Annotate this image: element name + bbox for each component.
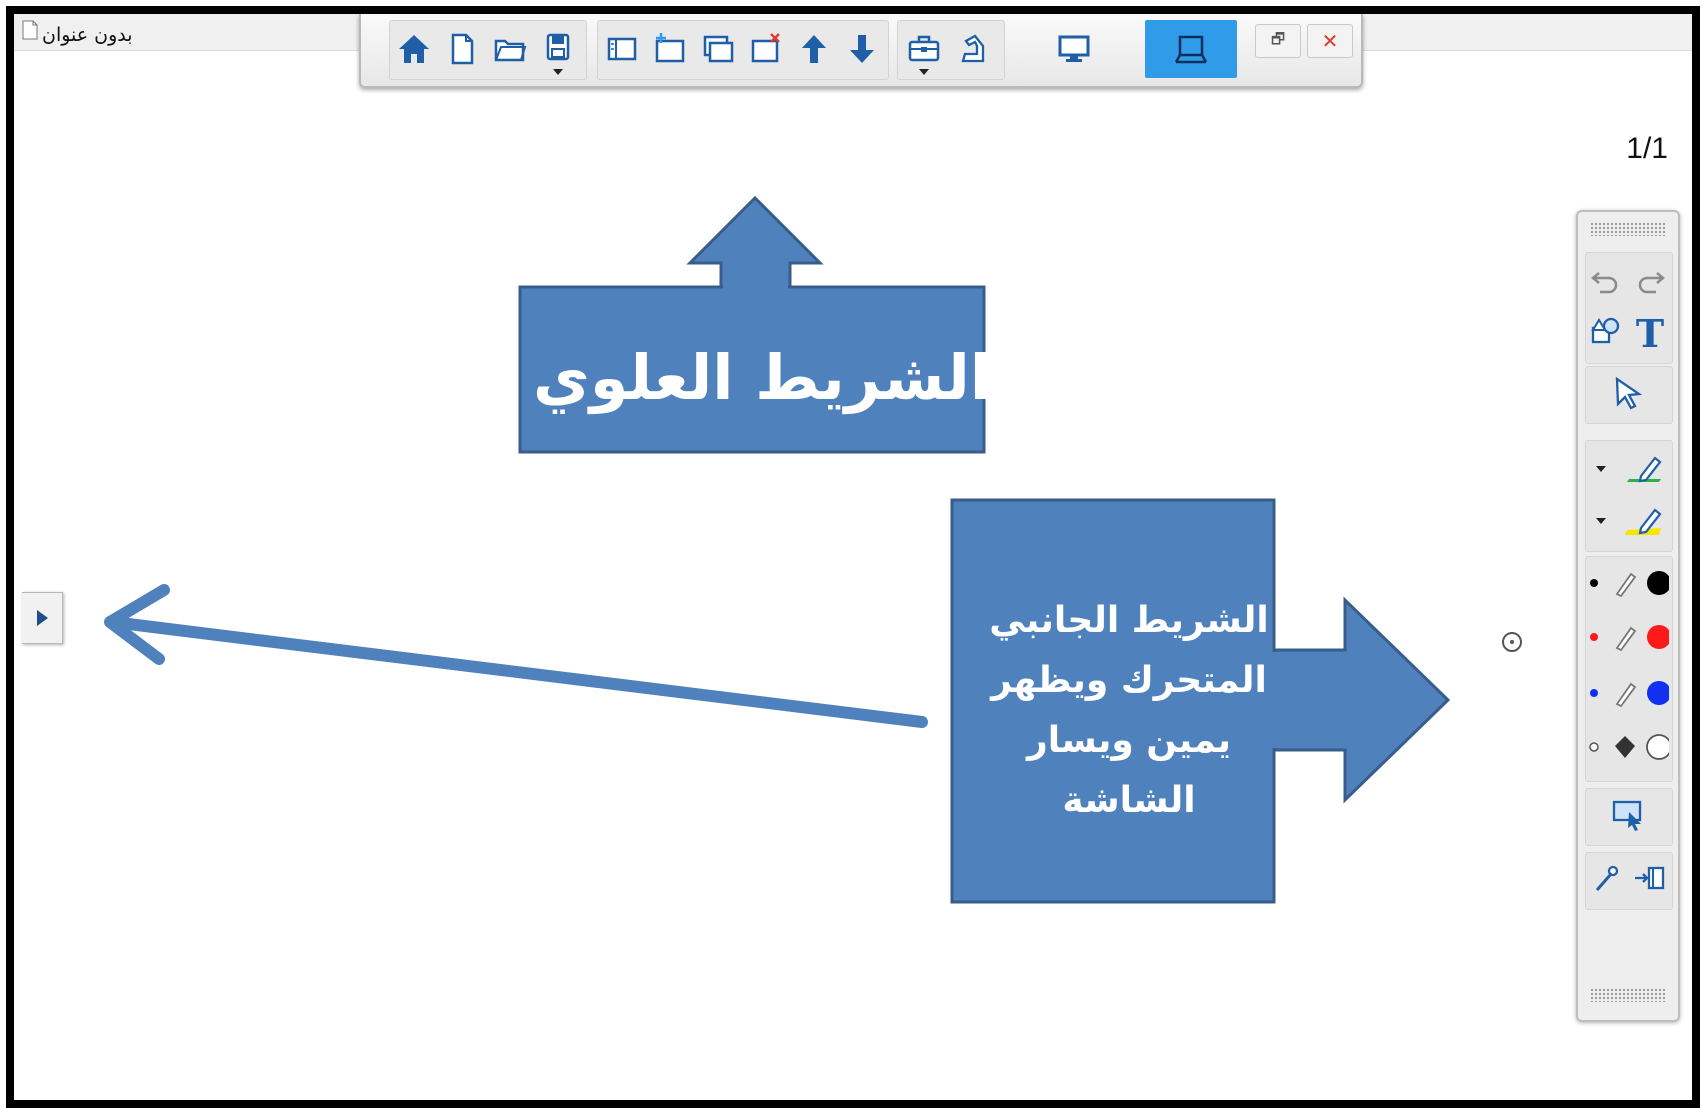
dropdown-caret — [1596, 466, 1606, 472]
yellow-highlighter-button[interactable] — [1618, 496, 1668, 546]
yellow-highlighter-icon — [1625, 508, 1662, 535]
app-window: بدون عنوان 🗗 ✕ 1/1 الشريط العلوي الشريط … — [6, 6, 1700, 1108]
dropdown-caret — [1596, 518, 1606, 524]
side-label-line: الشريط الجانبي — [989, 600, 1269, 641]
annotation-layer — [104, 195, 1451, 904]
panel-grip-bottom[interactable] — [1590, 988, 1666, 1002]
undo-icon — [1591, 272, 1618, 294]
text-button[interactable]: T — [1629, 308, 1671, 358]
yellow-highlighter-dropdown[interactable] — [1585, 496, 1617, 546]
red-pen-icon — [1590, 625, 1669, 652]
shapes-icon — [1591, 317, 1620, 344]
redo-button[interactable] — [1629, 256, 1671, 306]
eraser-icon — [1589, 734, 1669, 760]
undo-button[interactable] — [1585, 256, 1627, 306]
redo-icon — [1638, 272, 1665, 294]
side-label-line: الشاشة — [1062, 780, 1196, 821]
eraser-button[interactable] — [1587, 722, 1669, 772]
panel-grip-top[interactable] — [1590, 222, 1666, 236]
top-toolbar-label: الشريط العلوي — [533, 340, 991, 414]
side-toolbar: T — [1576, 210, 1680, 1022]
green-highlighter-button[interactable] — [1618, 444, 1668, 494]
screen-capture-button[interactable] — [1607, 790, 1649, 840]
side-label-line: المتحرك ويظهر — [991, 660, 1267, 701]
side-toolbar-label: الشريط الجانبي المتحرك ويظهر يمين ويسار … — [966, 506, 1292, 916]
blue-pen-button[interactable] — [1587, 668, 1669, 718]
blue-pen-icon — [1590, 681, 1669, 708]
dock-panel-button[interactable] — [1629, 854, 1671, 904]
black-pen-icon — [1590, 571, 1669, 598]
black-pen-button[interactable] — [1587, 558, 1669, 608]
magic-pen-icon — [1595, 865, 1619, 891]
expand-right-icon — [37, 610, 48, 626]
side-label-line: يمين ويسار — [1026, 720, 1232, 761]
cursor-target-icon — [1502, 632, 1522, 652]
magic-pen-button[interactable] — [1585, 854, 1627, 904]
side-callout-arrow — [1272, 596, 1451, 804]
select-pointer-icon — [1615, 376, 1643, 410]
select-button[interactable] — [1607, 368, 1649, 418]
dock-panel-icon — [1635, 866, 1665, 890]
shapes-button[interactable] — [1585, 308, 1627, 358]
red-pen-button[interactable] — [1587, 612, 1669, 662]
top-callout-arrow — [686, 195, 824, 289]
left-pointing-arrow — [106, 616, 928, 728]
left-panel-expand-tab[interactable] — [22, 592, 63, 644]
green-highlighter-dropdown[interactable] — [1585, 444, 1617, 494]
green-highlighter-icon — [1627, 456, 1662, 483]
text-icon: T — [1635, 310, 1665, 356]
screen-capture-icon — [1612, 800, 1642, 831]
